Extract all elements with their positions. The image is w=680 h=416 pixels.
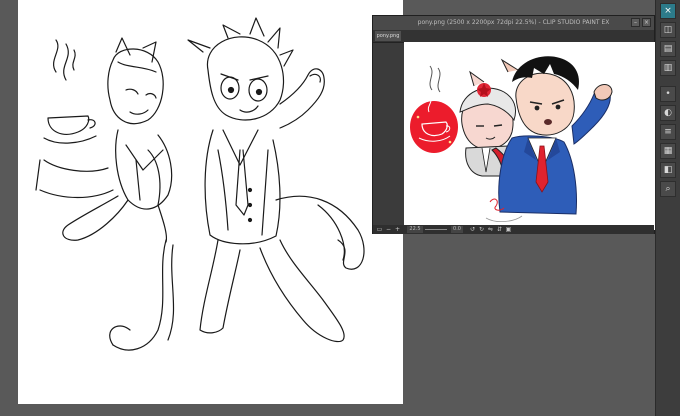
sub-view-icon[interactable]: ◧ [660,162,676,178]
workspace-background: pony.png (2500 x 2200px 72dpi 22.5%) - C… [0,0,680,416]
navigator-icon[interactable]: ◫ [660,22,676,38]
zoom-out-icon[interactable]: − [385,226,392,233]
rotate-right-icon[interactable]: ↻ [478,226,485,233]
angle-value[interactable]: 0.0 [451,226,463,233]
flip-horizontal-icon[interactable]: ⇋ [487,226,494,233]
sub-status-bar: ▭ − + 22.5 0.0 ↺ ↻ ⇋ ⇵ ▣ [373,225,654,234]
sketch-artwork [35,17,365,351]
zoom-value[interactable]: 22.5 [407,226,423,233]
history-icon[interactable]: ≡ [660,124,676,140]
main-canvas[interactable] [18,0,403,404]
zoom-slider[interactable] [425,229,447,230]
material-icon[interactable]: ▦ [660,143,676,159]
close-icon[interactable]: × [642,18,651,27]
sub-view-window[interactable]: pony.png (2500 x 2200px 72dpi 22.5%) - C… [372,15,655,234]
property-icon[interactable]: ▥ [660,60,676,76]
reference-artwork [410,56,613,222]
red-teacup-sticker [410,95,458,153]
right-palette-bar: × ◫ ▤ ▥ • ◐ ≡ ▦ ◧ ⌕ [655,0,680,416]
close-icon[interactable]: × [660,3,676,19]
reference-canvas[interactable] [404,42,655,230]
search-icon[interactable]: ⌕ [660,181,676,197]
color-wheel-icon[interactable]: ◐ [660,105,676,121]
minimize-icon[interactable]: – [631,18,640,27]
fit-icon[interactable]: ▣ [505,226,512,233]
zoom-in-icon[interactable]: + [394,226,401,233]
brush-size-icon[interactable]: • [660,86,676,102]
tab-pony-png[interactable]: pony.png [375,31,401,41]
layer-icon[interactable]: ▤ [660,41,676,57]
right-character [498,56,613,215]
flip-vertical-icon[interactable]: ⇵ [496,226,503,233]
rotate-left-icon[interactable]: ↺ [469,226,476,233]
sub-window-title: pony.png (2500 x 2200px 72dpi 22.5%) - C… [373,16,654,30]
navigator-toggle-icon[interactable]: ▭ [376,226,383,233]
